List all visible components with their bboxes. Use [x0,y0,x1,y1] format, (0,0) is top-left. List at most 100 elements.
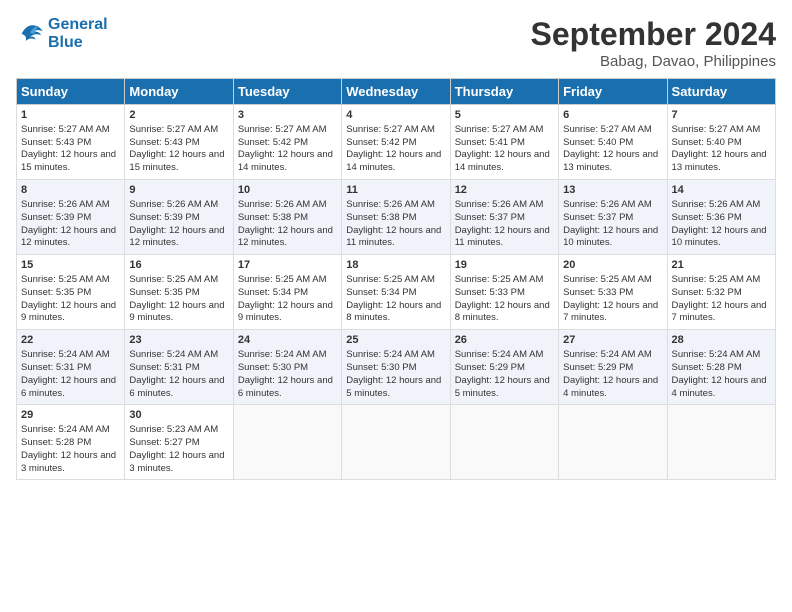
sunrise-label: Sunrise: 5:24 AM AM [21,424,110,435]
sunset-label: Sunset: 5:37 PM [455,212,525,223]
col-wednesday: Wednesday [342,79,450,105]
sunrise-label: Sunrise: 5:24 AM AM [238,349,327,360]
day-number: 28 [672,333,771,348]
daylight-label: Daylight: 12 hours and 9 minutes. [21,300,116,324]
calendar-cell [233,405,341,480]
day-number: 11 [346,183,445,198]
daylight-label: Daylight: 12 hours and 15 minutes. [129,149,224,173]
daylight-label: Daylight: 12 hours and 6 minutes. [238,375,333,399]
calendar-week-row: 1Sunrise: 5:27 AM AMSunset: 5:43 PMDayli… [17,105,776,180]
col-monday: Monday [125,79,233,105]
sunset-label: Sunset: 5:33 PM [563,287,633,298]
day-number: 4 [346,108,445,123]
daylight-label: Daylight: 12 hours and 12 minutes. [129,225,224,249]
calendar-cell: 6Sunrise: 5:27 AM AMSunset: 5:40 PMDayli… [559,105,667,180]
sunrise-label: Sunrise: 5:26 AM AM [563,199,652,210]
calendar-week-row: 15Sunrise: 5:25 AM AMSunset: 5:35 PMDayl… [17,255,776,330]
day-number: 13 [563,183,662,198]
sunrise-label: Sunrise: 5:25 AM AM [672,274,761,285]
calendar-cell [450,405,558,480]
calendar-cell: 16Sunrise: 5:25 AM AMSunset: 5:35 PMDayl… [125,255,233,330]
calendar-cell: 1Sunrise: 5:27 AM AMSunset: 5:43 PMDayli… [17,105,125,180]
day-number: 6 [563,108,662,123]
day-number: 19 [455,258,554,273]
day-number: 8 [21,183,120,198]
sunset-label: Sunset: 5:36 PM [672,212,742,223]
calendar-cell: 21Sunrise: 5:25 AM AMSunset: 5:32 PMDayl… [667,255,775,330]
sunrise-label: Sunrise: 5:27 AM AM [455,124,544,135]
calendar-table: Sunday Monday Tuesday Wednesday Thursday… [16,78,776,480]
title-block: September 2024 Babag, Davao, Philippines [531,16,776,70]
sunrise-label: Sunrise: 5:23 AM AM [129,424,218,435]
daylight-label: Daylight: 12 hours and 10 minutes. [563,225,658,249]
daylight-label: Daylight: 12 hours and 15 minutes. [21,149,116,173]
daylight-label: Daylight: 12 hours and 3 minutes. [129,450,224,474]
calendar-cell: 11Sunrise: 5:26 AM AMSunset: 5:38 PMDayl… [342,180,450,255]
calendar-week-row: 29Sunrise: 5:24 AM AMSunset: 5:28 PMDayl… [17,405,776,480]
calendar-cell: 20Sunrise: 5:25 AM AM Sunset: 5:33 PM Dayl… [559,255,667,330]
calendar-cell: 8Sunrise: 5:26 AM AMSunset: 5:39 PMDayli… [17,180,125,255]
day-number: 15 [21,258,120,273]
sunrise-label: Sunrise: 5:25 AM AM [238,274,327,285]
calendar-cell: 10Sunrise: 5:26 AM AMSunset: 5:38 PMDayl… [233,180,341,255]
calendar-cell: 27Sunrise: 5:24 AM AMSunset: 5:29 PMDayl… [559,330,667,405]
calendar-cell: 9Sunrise: 5:26 AM AMSunset: 5:39 PMDayli… [125,180,233,255]
day-number: 25 [346,333,445,348]
day-number: 21 [672,258,771,273]
calendar-cell: 22Sunrise: 5:24 AM AMSunset: 5:31 PMDayl… [17,330,125,405]
day-number: 26 [455,333,554,348]
sunrise-label: Sunrise: 5:26 AM AM [455,199,544,210]
daylight-label: Daylight: 12 hours and 14 minutes. [238,149,333,173]
sunset-label: Sunset: 5:32 PM [672,287,742,298]
calendar-header-row: Sunday Monday Tuesday Wednesday Thursday… [17,79,776,105]
sunset-label: Sunset: 5:28 PM [672,362,742,373]
calendar-cell: 3Sunrise: 5:27 AM AMSunset: 5:42 PMDayli… [233,105,341,180]
sunset-label: Sunset: 5:29 PM [563,362,633,373]
daylight-label: Daylight: 12 hours and 3 minutes. [21,450,116,474]
day-number: 23 [129,333,228,348]
sunset-label: Sunset: 5:31 PM [21,362,91,373]
sunrise-label: Sunrise: 5:25 AM AM [129,274,218,285]
sunrise-label: Sunrise: 5:27 AM AM [346,124,435,135]
sunset-label: Sunset: 5:42 PM [346,137,416,148]
daylight-label: Daylight: 12 hours and 8 minutes. [346,300,441,324]
daylight-label: Daylight: 12 hours and 13 minutes. [563,149,658,173]
sunset-label: Sunset: 5:30 PM [238,362,308,373]
sunset-label: Sunset: 5:30 PM [346,362,416,373]
calendar-cell: 25Sunrise: 5:24 AM AMSunset: 5:30 PMDayl… [342,330,450,405]
daylight-label: Daylight: 12 hours and 6 minutes. [129,375,224,399]
page-subtitle: Babag, Davao, Philippines [531,53,776,70]
calendar-week-row: 22 Sunrise: 5:24 AM AM Sunset: 5:31 PM Dayl… [17,330,776,405]
sunset-label: Sunset: 5:33 PM [455,287,525,298]
sunrise-label: Sunrise: 5:25 AM AM [455,274,544,285]
sunset-label: Sunset: 5:27 PM [129,437,199,448]
sunrise-label: Sunrise: 5:25 AM AM [21,274,110,285]
daylight-label: Daylight: 12 hours and 7 minutes. [563,300,658,324]
day-number: 20 [563,258,662,273]
calendar-cell: 2Sunrise: 5:27 AM AMSunset: 5:43 PMDayli… [125,105,233,180]
calendar-cell: 19Sunrise: 5:25 AM AMSunset: 5:33 PMDayl… [450,255,558,330]
sunrise-label: Sunrise: 5:24 AM AM [455,349,544,360]
daylight-label: Daylight: 12 hours and 5 minutes. [346,375,441,399]
calendar-cell [342,405,450,480]
sunrise-label: Sunrise: 5:26 AM AM [672,199,761,210]
sunrise-label: Sunrise: 5:24 AM AM [672,349,761,360]
day-number: 2 [129,108,228,123]
sunrise-label: Sunrise: 5:26 AM AM [238,199,327,210]
calendar-cell: 28Sunrise: 5:24 AM AMSunset: 5:28 PMDayl… [667,330,775,405]
calendar-cell: 15Sunrise: 5:25 AM AMSunset: 5:35 PMDayl… [17,255,125,330]
day-number: 29 [21,408,120,423]
day-number: 12 [455,183,554,198]
day-number: 1 [21,108,120,123]
daylight-label: Daylight: 12 hours and 6 minutes. [21,375,116,399]
col-tuesday: Tuesday [233,79,341,105]
day-number: 7 [672,108,771,123]
sunrise-label: Sunrise: 5:26 AM AM [21,199,110,210]
day-number: 3 [238,108,337,123]
calendar-cell: 7Sunrise: 5:27 AM AMSunset: 5:40 PMDayli… [667,105,775,180]
header: General Blue September 2024 Babag, Davao… [16,16,776,70]
calendar-cell: 12Sunrise: 5:26 AM AMSunset: 5:37 PMDayl… [450,180,558,255]
day-number: 22 [21,333,120,348]
daylight-label: Daylight: 12 hours and 14 minutes. [346,149,441,173]
sunrise-label: Sunrise: 5:25 AM AM [563,274,652,285]
